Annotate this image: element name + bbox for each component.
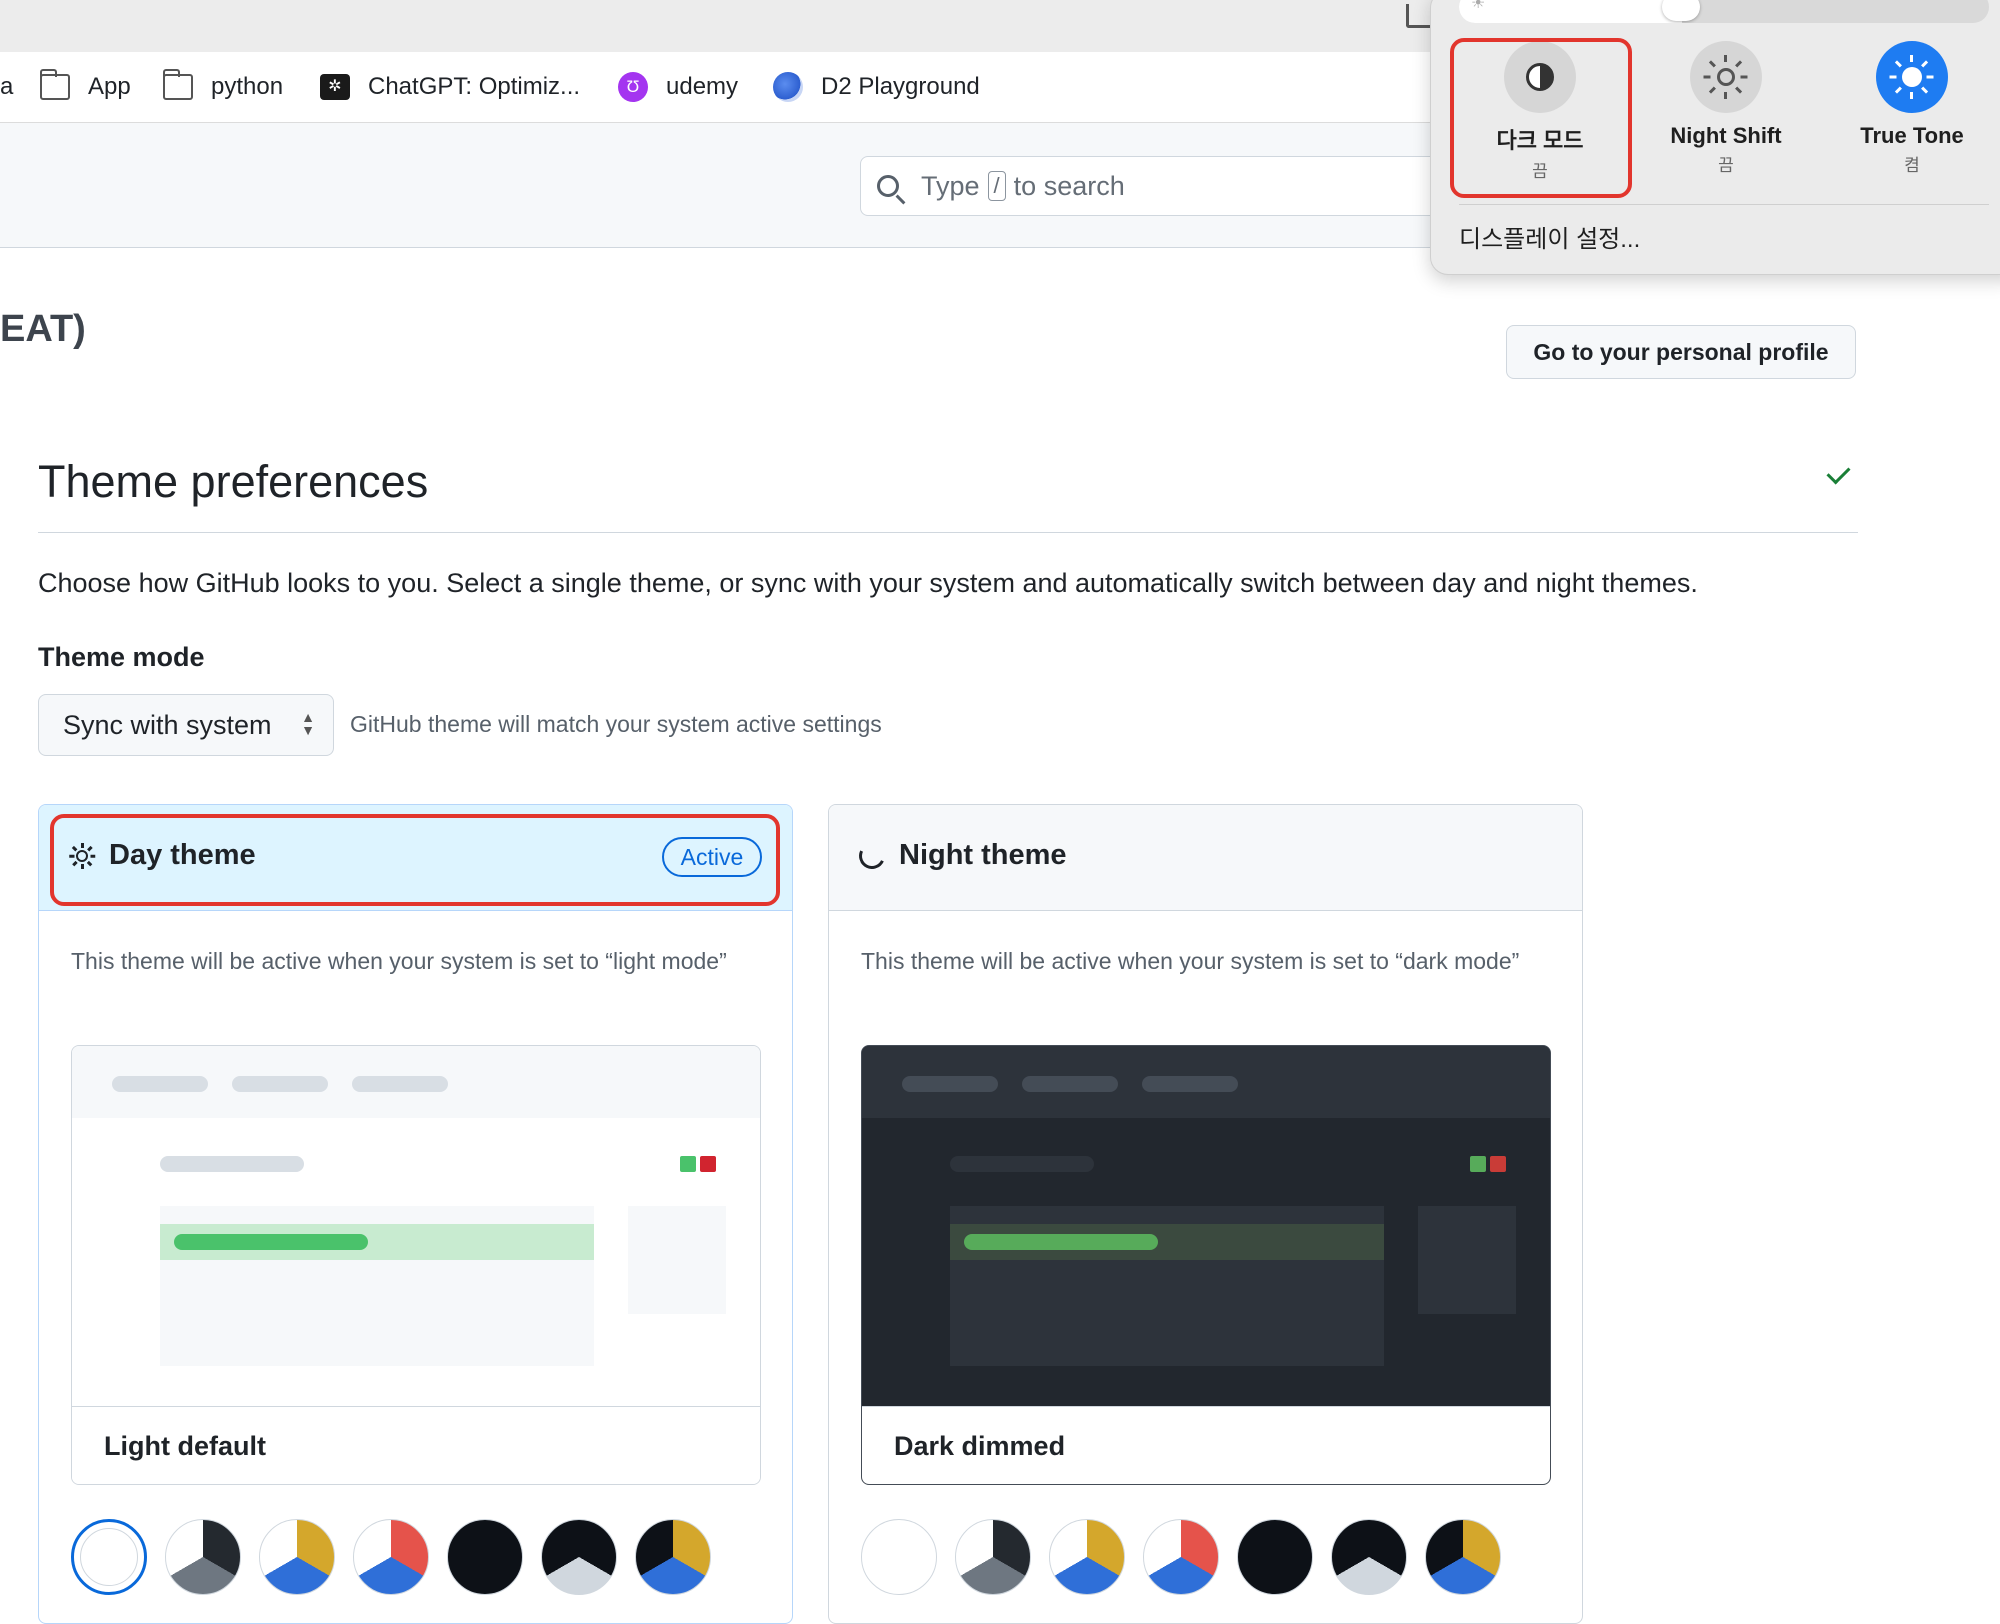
select-arrows-icon: ▲ ▼ bbox=[301, 709, 315, 738]
swatch-light-tritanopia[interactable] bbox=[1143, 1519, 1219, 1595]
folder-icon bbox=[40, 69, 70, 100]
org-name: EAT) bbox=[0, 308, 86, 350]
night-shift-toggle[interactable]: Night Shift 끔 bbox=[1641, 41, 1811, 176]
night-theme-panel: Night theme This theme will be active wh… bbox=[828, 804, 1583, 1624]
folder-icon bbox=[163, 69, 193, 100]
bookmark-partial[interactable]: a bbox=[0, 52, 13, 122]
dark-dimmed-label: Dark dimmed bbox=[862, 1406, 1550, 1484]
section-divider bbox=[38, 532, 1858, 533]
brightness-slider[interactable]: ☀ bbox=[1459, 0, 1989, 23]
day-theme-panel: Day theme Active This theme will be acti… bbox=[38, 804, 793, 1624]
swatch-dark[interactable] bbox=[1237, 1519, 1313, 1595]
day-theme-description: This theme will be active when your syst… bbox=[71, 948, 727, 974]
swatch-light-high-contrast[interactable] bbox=[955, 1519, 1031, 1595]
d2-icon bbox=[773, 72, 803, 102]
night-theme-title: Night theme bbox=[899, 839, 1067, 871]
page-title: Theme preferences bbox=[38, 456, 429, 507]
swatch-dark-protanopia[interactable] bbox=[635, 1519, 711, 1595]
udemy-icon: Ʊ bbox=[618, 72, 648, 102]
theme-description: Choose how GitHub looks to you. Select a… bbox=[38, 568, 1698, 598]
theme-mode-label: Theme mode bbox=[38, 642, 205, 672]
bookmark-udemy[interactable]: Ʊ udemy bbox=[618, 52, 738, 122]
swatch-light-high-contrast[interactable] bbox=[165, 1519, 241, 1595]
bookmark-chatgpt[interactable]: ✲ ChatGPT: Optimiz... bbox=[320, 52, 580, 122]
chatgpt-icon: ✲ bbox=[320, 74, 350, 100]
search-input[interactable]: Type / to search bbox=[860, 156, 1460, 216]
swatch-light[interactable] bbox=[71, 1519, 147, 1595]
theme-mode-select[interactable]: Sync with system ▲ ▼ bbox=[38, 694, 334, 756]
swatch-light-protanopia[interactable] bbox=[1049, 1519, 1125, 1595]
light-default-label: Light default bbox=[72, 1406, 760, 1484]
cc-divider bbox=[1459, 204, 1989, 205]
check-icon bbox=[1826, 460, 1851, 485]
bookmark-app[interactable]: App bbox=[40, 52, 131, 122]
brightness-icon: ☀ bbox=[1471, 0, 1486, 12]
personal-profile-button[interactable]: Go to your personal profile bbox=[1506, 325, 1856, 379]
brightness-knob[interactable] bbox=[1661, 0, 1700, 21]
moon-icon bbox=[855, 839, 889, 873]
swatch-dark-protanopia[interactable] bbox=[1425, 1519, 1501, 1595]
swatch-light[interactable] bbox=[861, 1519, 937, 1595]
true-tone-icon bbox=[1876, 41, 1948, 113]
swatch-dark[interactable] bbox=[447, 1519, 523, 1595]
dark-dimmed-preview[interactable]: Dark dimmed bbox=[861, 1045, 1551, 1485]
display-settings-link[interactable]: 디스플레이 설정... bbox=[1459, 219, 1640, 254]
search-shortcut-key: / bbox=[987, 171, 1006, 201]
night-shift-icon bbox=[1690, 41, 1762, 113]
bookmark-d2-playground[interactable]: D2 Playground bbox=[773, 52, 980, 122]
night-theme-header[interactable]: Night theme bbox=[829, 805, 1582, 911]
swatch-dark-high-contrast[interactable] bbox=[1331, 1519, 1407, 1595]
theme-mode-hint: GitHub theme will match your system acti… bbox=[350, 711, 882, 737]
search-icon bbox=[877, 175, 899, 197]
dark-mode-highlight bbox=[1450, 38, 1632, 198]
day-theme-highlight bbox=[50, 814, 780, 906]
true-tone-toggle[interactable]: True Tone 켬 bbox=[1827, 41, 1997, 176]
night-theme-description: This theme will be active when your syst… bbox=[861, 948, 1520, 974]
swatch-light-tritanopia[interactable] bbox=[353, 1519, 429, 1595]
swatch-light-protanopia[interactable] bbox=[259, 1519, 335, 1595]
light-default-preview[interactable]: Light default bbox=[71, 1045, 761, 1485]
swatch-dark-high-contrast[interactable] bbox=[541, 1519, 617, 1595]
bookmark-python[interactable]: python bbox=[163, 52, 283, 122]
